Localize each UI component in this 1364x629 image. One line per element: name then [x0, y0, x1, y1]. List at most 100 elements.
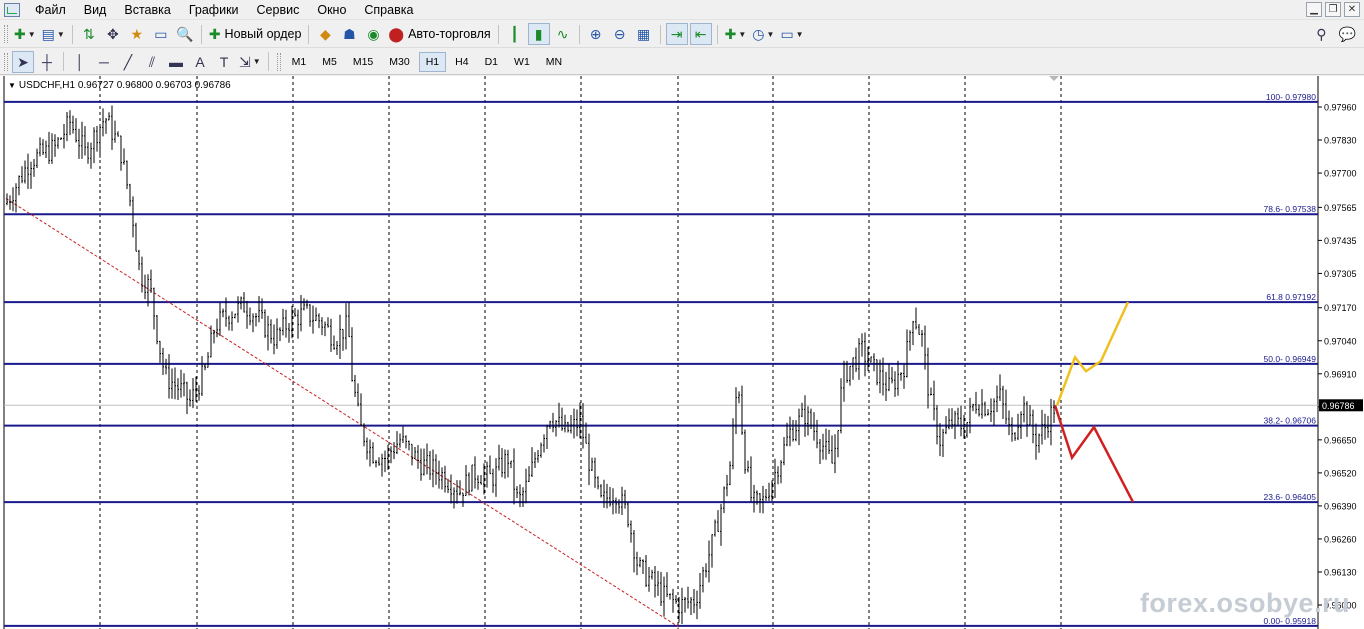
- autoscroll-icon: ⇥: [670, 26, 683, 42]
- chevron-down-icon: ▼: [252, 57, 261, 66]
- navigator-button[interactable]: ★: [126, 23, 148, 45]
- timeframe-mn[interactable]: MN: [539, 52, 569, 72]
- bar-chart-button[interactable]: ┃: [504, 23, 526, 45]
- channel-button[interactable]: ⫽: [141, 51, 163, 73]
- bullish-scenario-path: [1055, 301, 1130, 406]
- bar-chart-icon: ┃: [510, 26, 519, 42]
- menu-charts[interactable]: Графики: [180, 0, 248, 20]
- periods-button[interactable]: ◷ ▼: [750, 23, 776, 45]
- price-tick-label: 0.97960: [1324, 103, 1357, 113]
- templates-icon: ▭: [780, 26, 794, 42]
- crosshair-button[interactable]: ┼: [36, 51, 58, 73]
- signals-button[interactable]: ☗: [338, 23, 360, 45]
- fib-level-label: 100- 0.97980: [1266, 92, 1316, 102]
- trendline-icon: ╱: [123, 53, 133, 70]
- menu-window[interactable]: Окно: [308, 0, 355, 20]
- channel-icon: ⫽: [148, 53, 156, 70]
- templates-button[interactable]: ▭ ▼: [778, 23, 805, 45]
- timeframe-m30[interactable]: M30: [382, 52, 416, 72]
- chevron-down-icon: ▼: [27, 29, 36, 39]
- timeframe-m5[interactable]: M5: [315, 52, 344, 72]
- terminal-button[interactable]: ▭: [150, 23, 172, 45]
- close-button[interactable]: ✕: [1344, 2, 1360, 17]
- timeframe-h1[interactable]: H1: [418, 51, 447, 72]
- tile-windows-button[interactable]: ▦: [633, 23, 655, 45]
- price-tick-label: 0.96910: [1324, 369, 1357, 379]
- new-order-label: Новый ордер: [224, 27, 302, 41]
- crosshair-icon: ✥: [106, 26, 119, 42]
- cursor-button[interactable]: ➤: [12, 50, 34, 73]
- indicators-button[interactable]: ✚ ▼: [723, 23, 749, 45]
- menu-tools[interactable]: Сервис: [248, 0, 309, 20]
- new-order-button[interactable]: ✚ Новый ордер: [207, 23, 304, 45]
- zoom-out-button[interactable]: ⊖: [609, 23, 631, 45]
- fib-trendline: [5, 198, 681, 629]
- text-icon: A: [195, 53, 205, 70]
- chart-window[interactable]: 0.97960 0.97830 0.97700 0.97565 0.97435 0.973…: [0, 76, 1364, 629]
- timeframe-m15[interactable]: M15: [346, 52, 380, 72]
- vertical-line-icon: │: [75, 53, 85, 70]
- chat-icon[interactable]: 💬: [1339, 26, 1356, 43]
- zoom-in-button[interactable]: ⊕: [585, 23, 607, 45]
- fib-level-label: 61.8 0.97192: [1266, 292, 1316, 302]
- restore-button[interactable]: ❐: [1325, 2, 1341, 17]
- line-studies-toolbar: ➤ ┼ │ ─ ╱ ⫽ ▬ A T ⇲ ▼ M1 M5 M15 M30 H1 H4…: [0, 49, 1364, 75]
- autoscroll-button[interactable]: ⇥: [665, 23, 688, 45]
- strategy-tester-button[interactable]: 🔍: [174, 23, 196, 45]
- bearish-scenario-path: [1053, 404, 1135, 503]
- search-icon[interactable]: ⚲: [1316, 26, 1326, 43]
- candlestick-button[interactable]: ▮: [527, 23, 550, 45]
- fibonacci-button[interactable]: ▬: [165, 51, 187, 73]
- price-tick-label: 0.97700: [1324, 169, 1357, 179]
- autotrading-icon: ⬤: [388, 26, 405, 42]
- autotrading-button[interactable]: ⬤ Авто-торговля: [386, 23, 492, 45]
- market-watch-button[interactable]: ⇅: [78, 23, 100, 45]
- menu-insert[interactable]: Вставка: [115, 0, 179, 20]
- timeframe-d1[interactable]: D1: [478, 52, 505, 72]
- data-window-button[interactable]: ✥: [102, 23, 124, 45]
- tile-icon: ▦: [637, 26, 651, 42]
- menu-bar: Файл Вид Вставка Графики Сервис Окно Спр…: [0, 0, 1364, 20]
- new-chart-button[interactable]: ✚ ▼: [12, 23, 38, 45]
- price-tick-label: 0.96520: [1324, 468, 1357, 478]
- price-chart[interactable]: 0.97960 0.97830 0.97700 0.97565 0.97435 0.973…: [0, 76, 1364, 629]
- chart-window-icon[interactable]: [4, 2, 20, 17]
- chevron-down-icon: ▼: [738, 29, 747, 39]
- chart-shift-button[interactable]: ⇤: [689, 23, 712, 45]
- trendline-button[interactable]: ╱: [117, 51, 139, 73]
- menu-file[interactable]: Файл: [26, 0, 75, 20]
- timeframe-h4[interactable]: H4: [448, 52, 475, 72]
- menu-help[interactable]: Справка: [355, 0, 422, 20]
- price-tick-label: 0.96390: [1324, 501, 1357, 511]
- market-watch-icon: ⇅: [82, 26, 95, 42]
- horizontal-line-button[interactable]: ─: [93, 51, 115, 73]
- community-button[interactable]: ◉: [362, 23, 384, 45]
- text-button[interactable]: A: [189, 51, 211, 73]
- price-tick-label: 0.97830: [1324, 136, 1357, 146]
- timeframe-w1[interactable]: W1: [507, 52, 537, 72]
- metaeditor-button[interactable]: ◆: [314, 23, 336, 45]
- price-tick-label: 0.96650: [1324, 435, 1357, 445]
- new-order-icon: ✚: [208, 26, 221, 42]
- text-label-button[interactable]: T: [213, 51, 235, 73]
- minimize-button[interactable]: ▁: [1306, 2, 1322, 17]
- metaeditor-icon: ◆: [320, 26, 331, 42]
- tester-icon: 🔍: [176, 26, 194, 42]
- triangle-down-icon: ▼: [8, 81, 16, 90]
- profiles-button[interactable]: ▤ ▼: [40, 23, 67, 45]
- vertical-line-button[interactable]: │: [69, 51, 91, 73]
- signals-icon: ☗: [343, 26, 356, 42]
- new-chart-icon: ✚: [14, 26, 26, 42]
- timeframe-m1[interactable]: M1: [285, 52, 314, 72]
- fib-level-label: 38.2- 0.96706: [1264, 416, 1317, 426]
- cursor-icon: ➤: [17, 53, 29, 70]
- arrows-button[interactable]: ⇲ ▼: [237, 51, 263, 73]
- fib-level-label: 23.6- 0.96405: [1264, 492, 1317, 502]
- chart-symbol-info: ▼ USDCHF,H1 0.96727 0.96800 0.96703 0.967…: [8, 80, 231, 91]
- menu-view[interactable]: Вид: [75, 0, 116, 20]
- price-tick-label: 0.97435: [1324, 236, 1357, 246]
- zoom-in-icon: ⊕: [589, 26, 602, 42]
- price-tick-label: 0.96260: [1324, 534, 1357, 544]
- line-chart-button[interactable]: ∿: [552, 23, 574, 45]
- arrows-icon: ⇲: [239, 53, 251, 70]
